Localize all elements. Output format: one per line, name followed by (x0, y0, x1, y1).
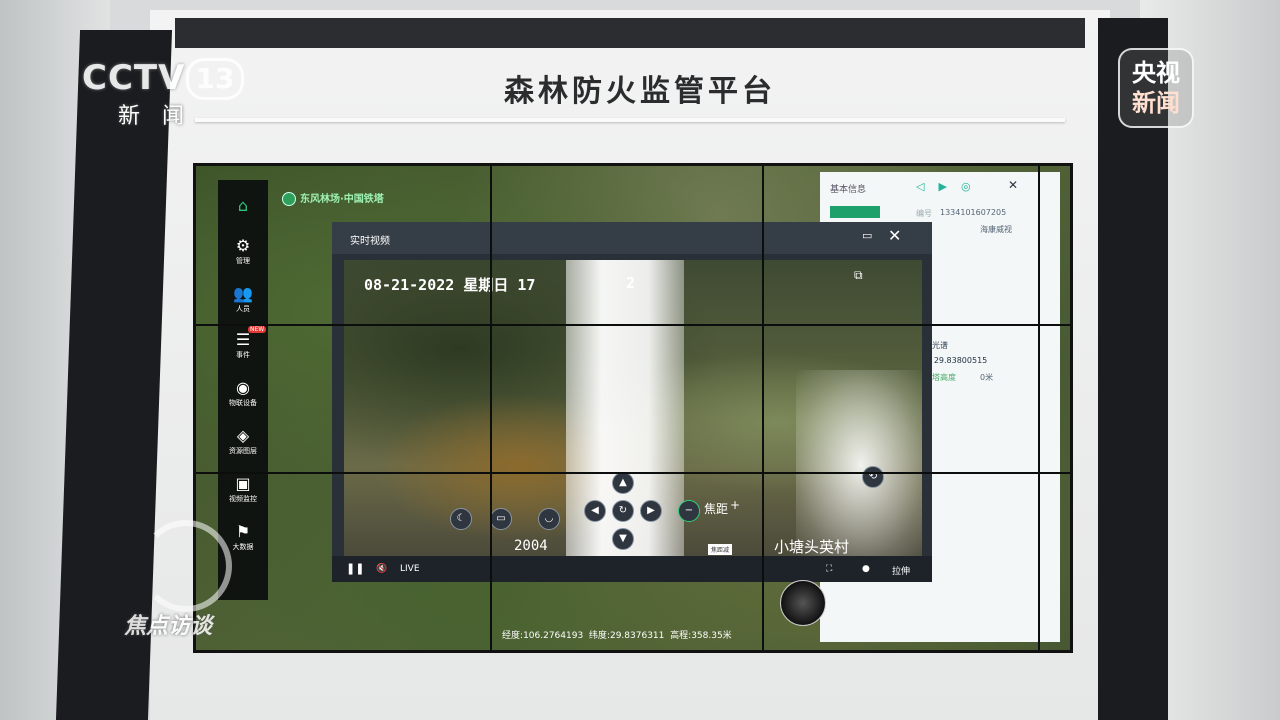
banner-underline (195, 118, 1065, 122)
program-logo-icon (140, 520, 232, 612)
ptz-down-button[interactable]: ▼ (612, 528, 634, 550)
sidebar-item-home[interactable]: ⌂ (218, 196, 268, 216)
coordinate-status-bar: 经度:106.2764193 纬度:29.8376311 高程:358.35米 (502, 631, 732, 641)
osd-datetime: 08-21-2022 星期日 17 (364, 276, 536, 294)
sidebar-item-label: 资源图层 (229, 447, 257, 455)
vendor-value: 海康威视 (980, 225, 1012, 234)
info-panel-title: 基本信息 (830, 185, 867, 195)
news-logo-line2: 新闻 (1132, 89, 1180, 117)
fullscreen-icon[interactable]: ⛶ (826, 564, 832, 574)
screen-seam (490, 166, 492, 650)
lon-value: 106.2764193 (523, 631, 584, 641)
rotate-icon[interactable]: ⟲ (862, 466, 884, 488)
pin-icon[interactable]: ◎ (961, 180, 985, 193)
layers-icon: ◈ (236, 426, 250, 445)
screen-seam (196, 472, 1070, 474)
compass-icon[interactable] (780, 580, 826, 626)
info-tab-indicator (830, 206, 880, 218)
news-logo-line1: 央视 (1132, 59, 1180, 87)
screen-seam (762, 166, 764, 650)
id-value: 1334101607205 (940, 208, 1007, 217)
speaker-icon[interactable]: ◁ (916, 180, 938, 193)
new-badge: NEW (248, 326, 267, 333)
screen-seam (196, 324, 1070, 326)
sidebar-item-event[interactable]: NEW ☰ 事件 (218, 326, 268, 360)
settings-icon[interactable]: ● (862, 564, 870, 574)
channel-number: 13 (186, 58, 244, 100)
sidebar-item-iot-device[interactable]: ◉ 物联设备 (218, 378, 268, 408)
lat-value: 29.8376311 (609, 631, 665, 641)
video-wall-screen: 东风林场·中国铁塔 ⌂ ⚙ 管理 👥 人员 NEW ☰ 事件 ◉ 物联设备 ◈ … (196, 166, 1070, 650)
ptz-up-button[interactable]: ▲ (612, 472, 634, 494)
camera-feed: 08-21-2022 星期日 17 2 2004 小塘头英村 ⧉ ☾ ▭ ◡ ▲… (344, 260, 922, 556)
zoom-label: 焦距 (704, 502, 729, 516)
lon-label: 经度 (502, 631, 521, 641)
realtime-video-window: 实时视频 ▭ ✕ 08-21-2022 星期日 17 2 2004 小塘头英村 … (332, 222, 932, 582)
screen-glare (796, 370, 922, 556)
video-window-header: 实时视频 ▭ ✕ (332, 222, 932, 254)
lat-label: 纬度 (588, 631, 607, 641)
zoom-tooltip: 焦距减 (708, 544, 733, 555)
cctv-news-logo: 央视 新闻 (1118, 48, 1194, 128)
live-label: LIVE (400, 564, 420, 574)
maximize-icon[interactable]: ▭ (862, 229, 872, 242)
event-icon: ☰ (235, 330, 251, 349)
play-icon[interactable]: ▶ (938, 180, 960, 193)
forest-title: 东风林场·中国铁塔 (282, 190, 384, 206)
zoom-out-button[interactable]: − (678, 500, 700, 522)
video-window-title: 实时视频 (350, 236, 390, 247)
sidebar-item-people[interactable]: 👥 人员 (218, 284, 268, 314)
iot-device-icon: ◉ (236, 378, 250, 397)
manage-icon: ⚙ (235, 236, 251, 255)
alt-value: 358.35米 (691, 631, 732, 641)
sidebar-item-label: 管理 (236, 257, 250, 265)
mute-icon[interactable]: 🔇 (376, 564, 387, 574)
close-icon[interactable]: ✕ (1008, 178, 1018, 192)
wiper-icon[interactable]: ◡ (538, 508, 560, 530)
home-icon: ⌂ (237, 196, 249, 215)
info-panel-actions: ◁▶◎ (916, 180, 985, 193)
forest-name: 东风林场·中国铁塔 (300, 194, 384, 205)
left-sidebar: ⌂ ⚙ 管理 👥 人员 NEW ☰ 事件 ◉ 物联设备 ◈ 资源图层 ▣ 视频监… (218, 180, 268, 600)
ptz-reset-button[interactable]: ↻ (612, 500, 634, 522)
flag-icon: ⚑ (235, 522, 251, 541)
banner-title: 森林防火监管平台 (504, 74, 776, 109)
cctv-logo: CCTV (82, 58, 186, 98)
pause-button[interactable]: ❚❚ (346, 562, 364, 575)
record-icon[interactable]: ▭ (490, 508, 512, 530)
night-mode-icon[interactable]: ☾ (450, 508, 472, 530)
osd-bottom-text: 2004 (514, 538, 548, 554)
osd-village-name: 小塘头英村 (774, 538, 850, 556)
sidebar-item-label: 事件 (236, 351, 250, 359)
people-icon: 👥 (233, 284, 253, 303)
id-label: 编号 (916, 209, 932, 218)
sidebar-item-label: 物联设备 (229, 399, 257, 407)
ptz-right-button[interactable]: ▶ (640, 500, 662, 522)
close-icon[interactable]: ✕ (888, 226, 901, 245)
osd-number: 2 (626, 274, 636, 292)
location-icon (282, 192, 296, 206)
camera-icon: ▣ (235, 474, 251, 493)
sidebar-item-manage[interactable]: ⚙ 管理 (218, 236, 268, 266)
channel-sub: 新闻 (118, 104, 207, 129)
stretch-button[interactable]: 拉伸 (892, 564, 910, 577)
program-logo: 焦点访谈 (124, 614, 213, 639)
alt-label: 高程 (670, 631, 689, 641)
sidebar-item-label: 视频监控 (229, 495, 257, 503)
top-header-bar (175, 18, 1085, 48)
sidebar-item-label: 人员 (236, 305, 250, 313)
ptz-left-button[interactable]: ◀ (584, 500, 606, 522)
video-control-bar: ❚❚ 🔇 LIVE ⛶ ● 拉伸 (332, 556, 932, 582)
height-value: 0米 (980, 373, 994, 382)
sidebar-item-layers[interactable]: ◈ 资源图层 (218, 426, 268, 456)
sidebar-item-video-monitor[interactable]: ▣ 视频监控 (218, 474, 268, 504)
screen-seam (1038, 166, 1040, 650)
snapshot-icon[interactable]: ⧉ (854, 268, 863, 283)
zoom-in-button[interactable]: + (730, 498, 740, 512)
